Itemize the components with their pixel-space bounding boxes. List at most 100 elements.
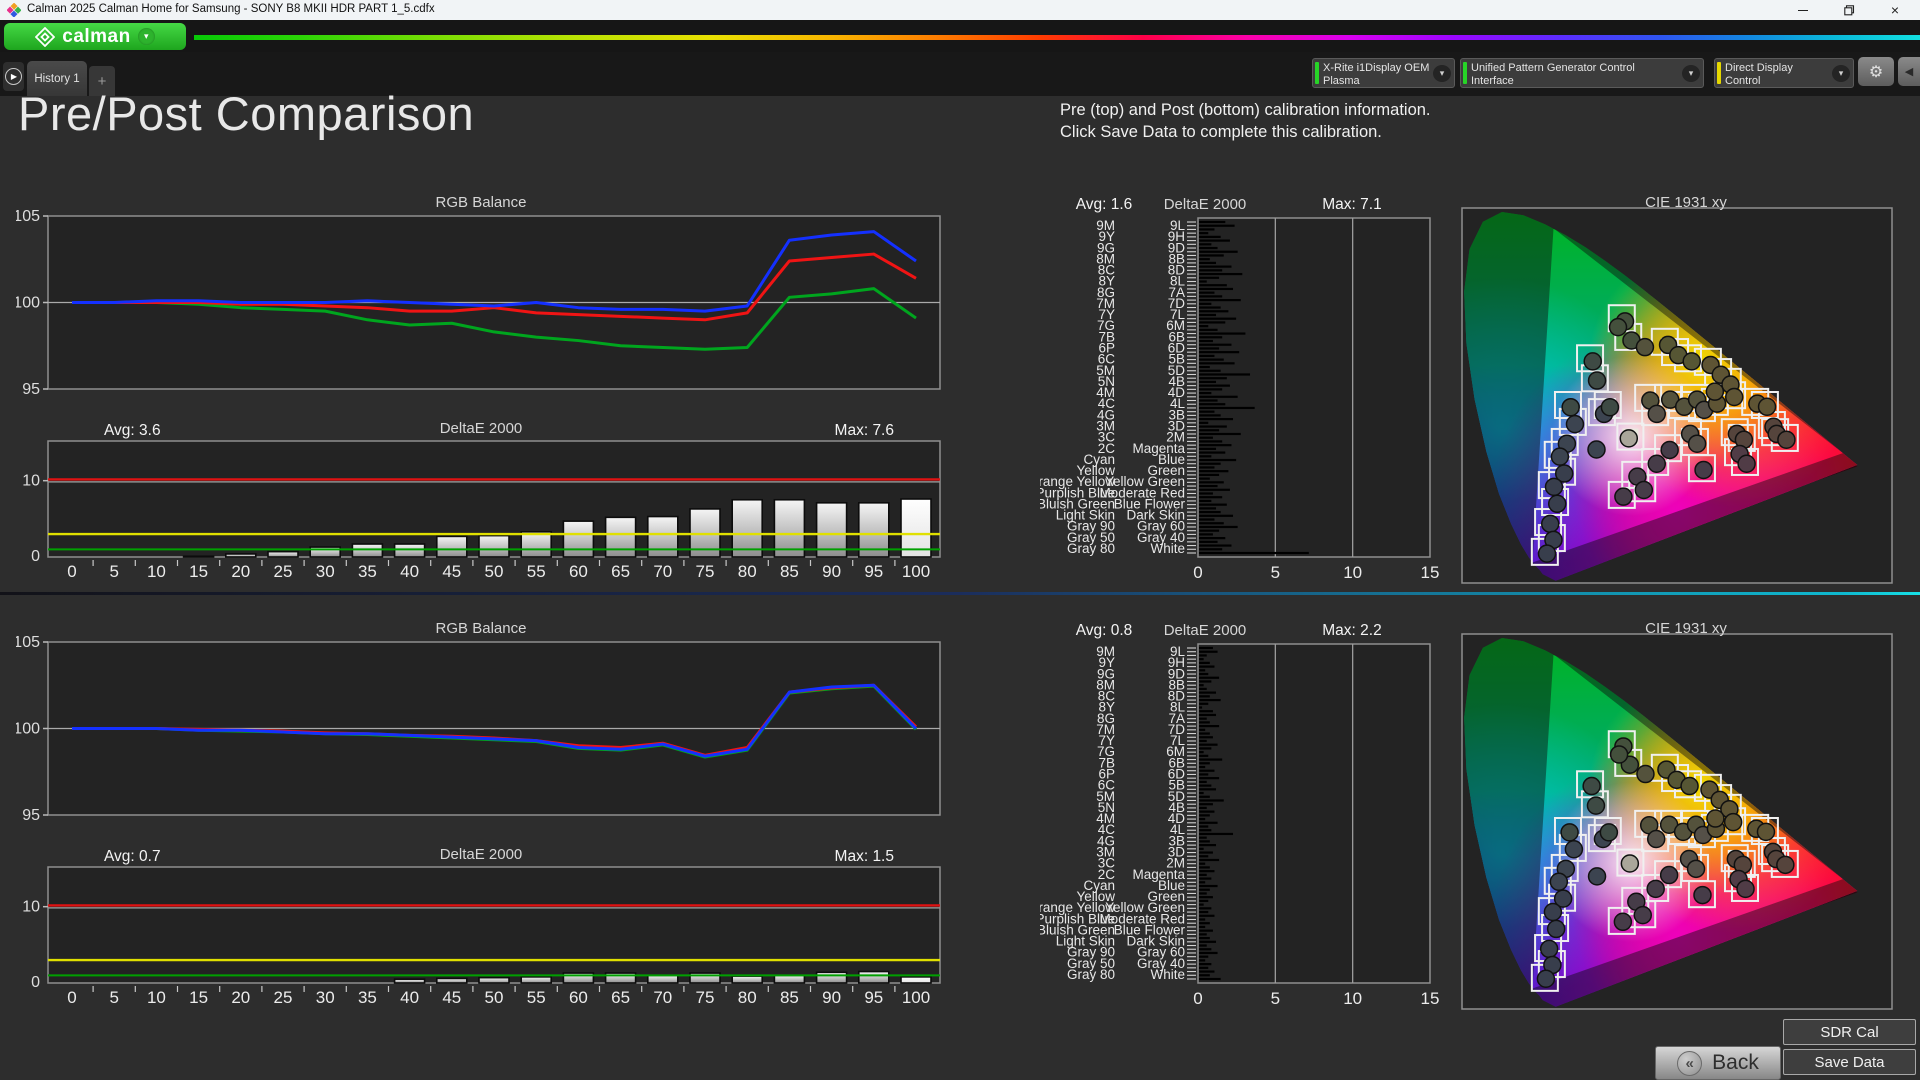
svg-text:5: 5	[1271, 563, 1280, 582]
svg-text:95: 95	[864, 988, 883, 1007]
avg-value: Avg: 1.6	[1075, 196, 1133, 213]
spectrum-gradient-bar	[194, 35, 1920, 40]
close-button[interactable]: ×	[1878, 0, 1912, 20]
pattern-generator-dropdown[interactable]: Unified Pattern Generator Control Interf…	[1460, 58, 1704, 88]
svg-text:0: 0	[1193, 989, 1202, 1008]
deltae-grayscale-chart-pre: Avg: 3.6 DeltaE 2000 Max: 7.6 10 0 0 5 10 15 2…	[16, 418, 946, 586]
svg-text:50: 50	[485, 988, 504, 1007]
svg-text:80: 80	[738, 988, 757, 1007]
svg-text:15: 15	[189, 562, 208, 581]
svg-text:55: 55	[527, 562, 546, 581]
svg-text:100: 100	[902, 988, 930, 1007]
back-chevrons-icon: «	[1677, 1050, 1703, 1076]
calman-app-icon	[6, 2, 22, 18]
svg-text:50: 50	[485, 562, 504, 581]
svg-text:70: 70	[653, 988, 672, 1007]
svg-text:10: 10	[1343, 563, 1362, 582]
svg-text:90: 90	[822, 562, 841, 581]
svg-text:5: 5	[109, 562, 118, 581]
calman-diamond-icon	[35, 26, 56, 47]
avg-value: Avg: 0.8	[1075, 622, 1133, 639]
pre-post-divider	[0, 592, 1920, 595]
svg-text:10: 10	[22, 899, 40, 916]
svg-text:85: 85	[780, 562, 799, 581]
svg-text:60: 60	[569, 562, 588, 581]
svg-text:55: 55	[527, 988, 546, 1007]
svg-text:35: 35	[358, 988, 377, 1007]
svg-text:35: 35	[358, 562, 377, 581]
svg-text:10: 10	[147, 562, 166, 581]
meter-dropdown-label: X-Rite i1Display OEM Plasma	[1323, 62, 1430, 87]
svg-text:0: 0	[67, 988, 76, 1007]
restore-button[interactable]	[1832, 0, 1866, 20]
svg-text:20: 20	[231, 562, 250, 581]
svg-text:75: 75	[696, 562, 715, 581]
svg-text:10: 10	[147, 988, 166, 1007]
display-dropdown-label: Direct Display Control	[1725, 62, 1793, 87]
chevron-down-icon: ▾	[1433, 65, 1451, 82]
pattern-dropdown-label: Unified Pattern Generator Control Interf…	[1471, 62, 1635, 87]
svg-text:15: 15	[1421, 989, 1440, 1008]
svg-text:5: 5	[1271, 989, 1280, 1008]
app-window: Calman 2025 Calman Home for Samsung - SO…	[0, 0, 1920, 1080]
svg-text:10: 10	[22, 473, 40, 490]
svg-text:0: 0	[1193, 563, 1202, 582]
minimize-button[interactable]	[1786, 0, 1820, 20]
logo-chevron-down-icon[interactable]: ▾	[137, 28, 155, 45]
save-data-button[interactable]: Save Data	[1783, 1049, 1916, 1075]
instructions: Pre (top) and Post (bottom) calibration …	[1060, 100, 1431, 143]
svg-text:10: 10	[1343, 989, 1362, 1008]
svg-text:0: 0	[31, 548, 40, 565]
svg-text:White: White	[1150, 967, 1185, 982]
svg-text:65: 65	[611, 562, 630, 581]
svg-text:70: 70	[653, 562, 672, 581]
meter-dropdown[interactable]: X-Rite i1Display OEM Plasma ▾	[1312, 58, 1455, 88]
page-title: Pre/Post Comparison	[18, 87, 475, 140]
chevron-down-icon: ▾	[1682, 65, 1700, 82]
display-status-indicator	[1717, 62, 1721, 84]
back-button-label: Back	[1712, 1051, 1759, 1074]
svg-text:15: 15	[1421, 563, 1440, 582]
logo-text: calman	[62, 25, 131, 47]
sdr-cal-button[interactable]: SDR Cal	[1783, 1019, 1916, 1045]
instruction-line-2: Click Save Data to complete this calibra…	[1060, 122, 1382, 141]
cie-1931-chart-post: CIE 1931 xy	[1455, 618, 1917, 1020]
settings-gear-button[interactable]: ⚙	[1858, 57, 1894, 86]
meter-status-indicator	[1315, 62, 1319, 84]
svg-text:30: 30	[316, 562, 335, 581]
display-control-dropdown[interactable]: Direct Display Control ▾	[1714, 58, 1854, 88]
rgb-balance-chart-pre: RGB Balance 105 100 95	[16, 192, 946, 397]
svg-text:85: 85	[780, 988, 799, 1007]
title-bar: Calman 2025 Calman Home for Samsung - SO…	[0, 0, 1920, 20]
rgb-balance-chart-post: RGB Balance 105 100 95	[16, 618, 946, 823]
max-value: Max: 2.2	[1322, 622, 1382, 639]
svg-text:45: 45	[442, 988, 461, 1007]
svg-text:95: 95	[864, 562, 883, 581]
svg-text:95: 95	[22, 381, 40, 397]
svg-text:100: 100	[902, 562, 930, 581]
deltae-colorchecker-chart-pre: Avg: 1.6 DeltaE 2000 Max: 7.1 9M 9Y 9G 8M 8C…	[1040, 196, 1442, 592]
back-button[interactable]: « Back	[1655, 1046, 1781, 1080]
cie-1931-chart-pre: CIE 1931 xy	[1455, 192, 1917, 594]
play-icon: ▶	[5, 68, 22, 85]
svg-text:40: 40	[400, 988, 419, 1007]
svg-text:100: 100	[16, 295, 40, 312]
calman-menu-button[interactable]: calman ▾	[4, 23, 186, 50]
svg-text:80: 80	[738, 562, 757, 581]
collapse-panel-button[interactable]: ◀	[1898, 57, 1920, 86]
svg-text:100: 100	[16, 721, 40, 738]
svg-text:30: 30	[316, 988, 335, 1007]
brand-bar: calman ▾	[0, 20, 1920, 52]
svg-text:25: 25	[274, 562, 293, 581]
svg-text:65: 65	[611, 988, 630, 1007]
chevron-down-icon: ▾	[1832, 65, 1850, 82]
svg-text:Gray 80: Gray 80	[1067, 967, 1115, 982]
svg-text:White: White	[1150, 541, 1185, 556]
svg-text:45: 45	[442, 562, 461, 581]
window-title: Calman 2025 Calman Home for Samsung - SO…	[27, 3, 435, 15]
svg-text:90: 90	[822, 988, 841, 1007]
main-content: Pre/Post Comparison Pre (top) and Post (…	[0, 87, 1920, 1080]
max-value: Max: 1.5	[834, 848, 894, 865]
svg-text:0: 0	[31, 974, 40, 991]
svg-text:5: 5	[109, 988, 118, 1007]
